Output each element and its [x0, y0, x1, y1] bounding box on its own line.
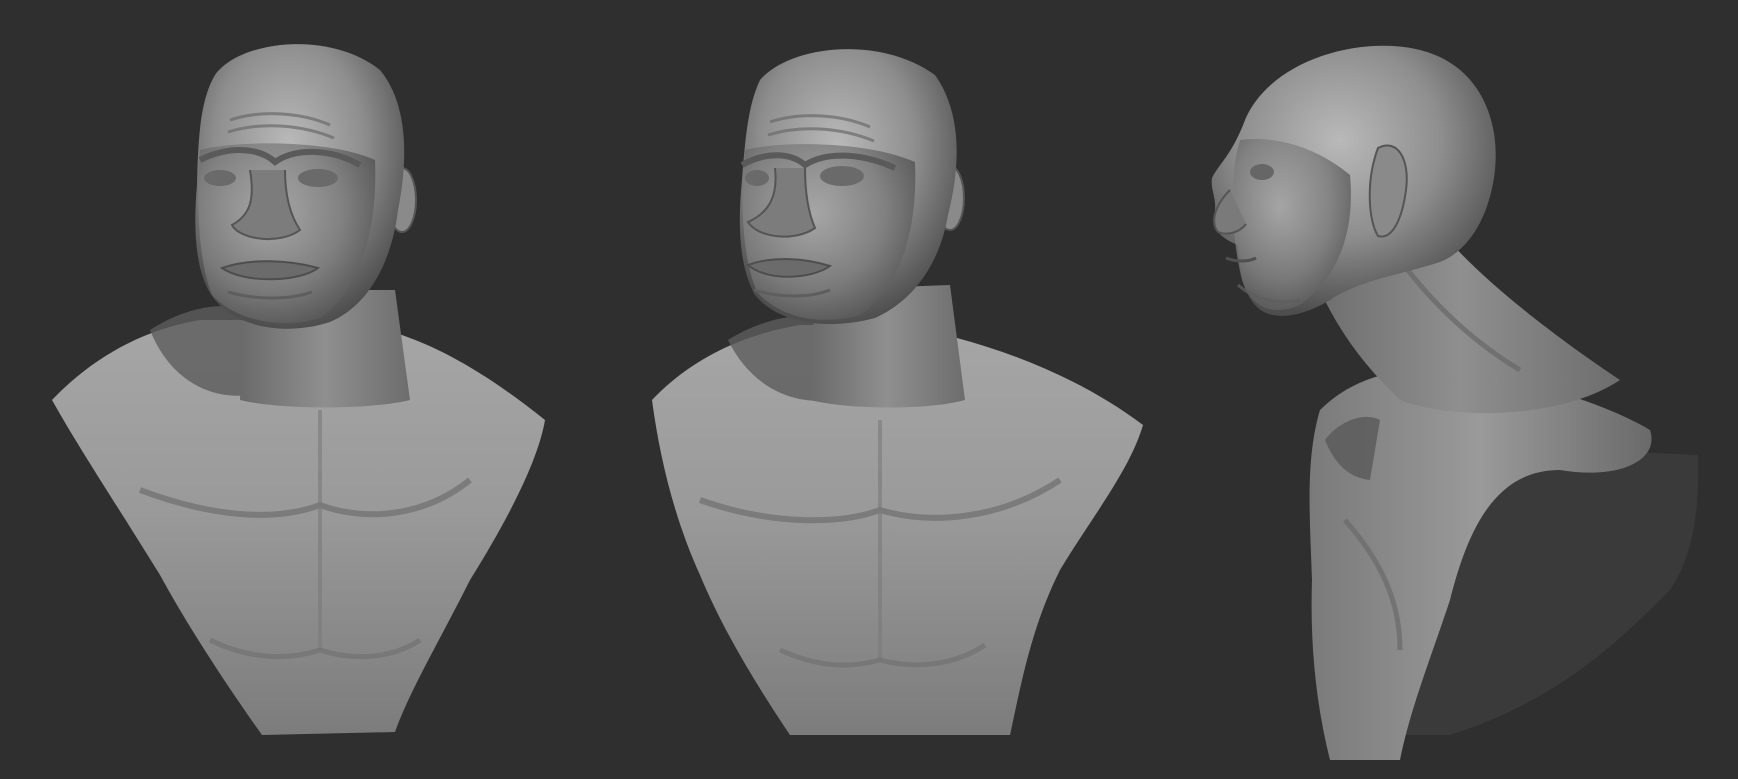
- sculpt-render: [52, 44, 1699, 760]
- bust-profile-left: [1211, 45, 1699, 760]
- eye-right: [820, 166, 864, 186]
- eye-left: [745, 170, 769, 186]
- render-canvas: [0, 0, 1738, 779]
- bust-three-quarter-front: [52, 44, 545, 735]
- eye-left: [204, 170, 236, 186]
- eye-right: [298, 169, 338, 187]
- eye: [1250, 164, 1274, 180]
- bust-three-quarter-left: [652, 49, 1143, 735]
